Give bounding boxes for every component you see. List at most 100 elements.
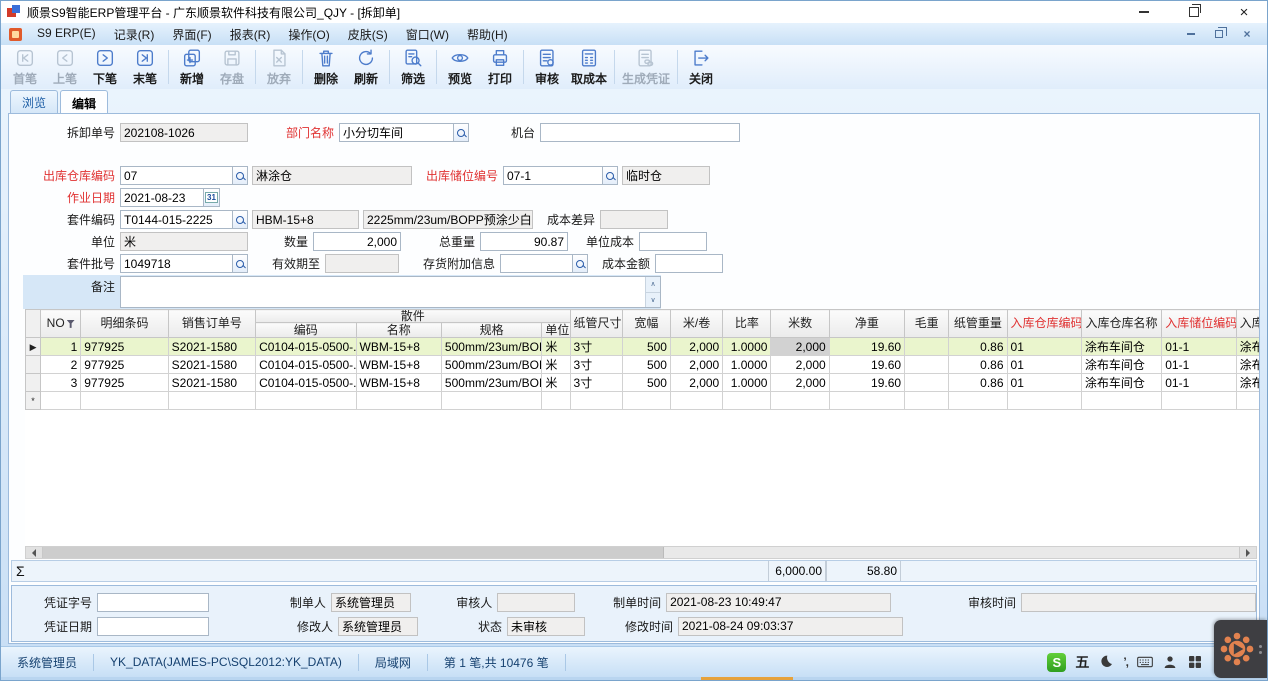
grid-cell[interactable] [905,392,949,410]
assistant-widget[interactable] [1214,620,1267,678]
grid-cell[interactable]: 涂布车间仓 [1081,356,1161,374]
grid-cell[interactable]: 2,000 [670,374,722,392]
next-record-button[interactable]: 下笔 [85,46,125,88]
last-record-button[interactable]: 末笔 [125,46,165,88]
grid-cell[interactable]: C0104-015-0500-... [256,356,356,374]
grid-cell[interactable]: 977925 [81,356,168,374]
grid-cell[interactable]: 500mm/23um/BOPP... [441,374,541,392]
grid-cell[interactable]: 19.60 [829,356,904,374]
grid-cell[interactable] [1007,392,1081,410]
col-header-5[interactable]: 规格 [441,323,541,338]
col-header-7[interactable]: 纸管尺寸 [570,310,622,338]
grid-cell[interactable]: 涂布车间仓 [1236,356,1259,374]
grid-cell[interactable]: 01-1 [1162,338,1236,356]
grid-cell[interactable] [622,392,670,410]
menu-item-3[interactable]: 报表(R) [221,23,280,46]
grid-cell[interactable]: 3寸 [570,338,622,356]
grid-cell[interactable]: 19.60 [829,338,904,356]
grid-cell[interactable]: 1 [41,338,81,356]
voucher-no-field[interactable] [97,593,209,612]
mdi-close-button[interactable]: × [1239,27,1255,41]
grid-cell[interactable] [670,392,722,410]
grid-row-2[interactable]: 3977925S2021-1580C0104-015-0500-...WBM-1… [26,374,1260,392]
grid-cell[interactable] [356,392,441,410]
grid-cell[interactable]: C0104-015-0500-... [256,374,356,392]
spin-up-icon[interactable]: ∧ [646,277,660,293]
grid-cell[interactable]: 米 [542,338,570,356]
fetch-cost-button[interactable]: 取成本 [567,46,611,88]
mdi-restore-button[interactable] [1211,27,1227,41]
col-header-18[interactable]: 入库储位名称 [1236,310,1259,338]
scroll-left-button[interactable] [26,547,43,558]
grid-cell[interactable]: 500mm/23um/BOPP... [441,356,541,374]
col-header-10[interactable]: 比率 [723,310,771,338]
col-header-15[interactable]: 入库仓库编码 [1007,310,1081,338]
grid-cell[interactable] [168,392,255,410]
unit-cost-field[interactable] [639,232,707,251]
machine-field[interactable] [540,123,740,142]
moon-icon[interactable] [1098,654,1114,670]
preview-button[interactable]: 预览 [440,46,480,88]
qty-field[interactable]: 2,000 [313,232,401,251]
grid-cell[interactable]: 3 [41,374,81,392]
menu-item-7[interactable]: 帮助(H) [458,23,517,46]
grid-cell[interactable]: 2,000 [670,356,722,374]
remark-spinner[interactable]: ∧∨ [645,277,660,307]
new-button[interactable]: 新增 [172,46,212,88]
grid-cell[interactable] [771,392,829,410]
grid-cell[interactable]: 19.60 [829,374,904,392]
grid-row-1[interactable]: 2977925S2021-1580C0104-015-0500-...WBM-1… [26,356,1260,374]
scrollbar-thumb[interactable] [43,547,664,558]
scroll-right-button[interactable] [1239,547,1256,558]
inv-extra-field[interactable] [500,254,573,273]
refresh-button[interactable]: 刷新 [346,46,386,88]
kit-batch-field[interactable]: 1049718 [120,254,233,273]
grid-cell[interactable]: 500 [622,338,670,356]
grid-cell[interactable]: 977925 [81,338,168,356]
sogou-input-icon[interactable]: S [1047,653,1066,672]
grid-cell[interactable]: 2,000 [771,338,829,356]
grid-cell[interactable]: 0.86 [949,356,1007,374]
window-close-button[interactable]: × [1227,2,1261,22]
col-header-3[interactable]: 编码 [256,323,356,338]
punctuation-mode-icon[interactable]: ’, [1123,655,1128,669]
menu-item-0[interactable]: S9 ERP(E) [28,23,105,46]
grid-cell[interactable]: 1.0000 [723,356,771,374]
grid-cell[interactable] [41,392,81,410]
total-weight-field[interactable]: 90.87 [480,232,568,251]
grid-cell[interactable] [441,392,541,410]
keyboard-icon[interactable] [1137,654,1153,670]
grid-cell[interactable]: 涂布车间仓 [1236,374,1259,392]
menu-item-5[interactable]: 皮肤(S) [339,23,397,46]
tools-grid-icon[interactable] [1187,654,1203,670]
close-button[interactable]: 关闭 [681,46,721,88]
grid-cell[interactable] [256,392,356,410]
grid-cell[interactable]: 1.0000 [723,374,771,392]
col-header-0[interactable]: NO [41,310,81,338]
inv-extra-lookup-button[interactable] [573,254,588,273]
grid-cell[interactable]: 涂布车间仓 [1081,338,1161,356]
col-header-2[interactable]: 销售订单号 [168,310,255,338]
col-header-4[interactable]: 名称 [356,323,441,338]
grid-cell[interactable]: 01 [1007,338,1081,356]
grid-cell[interactable] [542,392,570,410]
spin-down-icon[interactable]: ∨ [646,293,660,308]
grid-cell[interactable]: WBM-15+8 [356,356,441,374]
col-header-14[interactable]: 纸管重量 [949,310,1007,338]
out-wh-code-field[interactable]: 07 [120,166,233,185]
cost-amount-field[interactable] [655,254,723,273]
calendar-button[interactable] [204,188,220,207]
grid-cell[interactable]: WBM-15+8 [356,338,441,356]
work-date-field[interactable]: 2021-08-23 [120,188,204,207]
grid-cell[interactable]: 3寸 [570,356,622,374]
kit-batch-lookup-button[interactable] [233,254,248,273]
grid-cell[interactable] [949,392,1007,410]
print-button[interactable]: 打印 [480,46,520,88]
grid-cell[interactable]: 2 [41,356,81,374]
out-loc-code-field[interactable]: 07-1 [503,166,603,185]
detail-grid[interactable]: NO明细条码销售订单号散件纸管尺寸宽幅米/卷比率米数净重毛重纸管重量入库仓库编码… [25,309,1259,410]
grid-cell[interactable]: 1.0000 [723,338,771,356]
grid-new-row[interactable]: * [26,392,1260,410]
col-header-16[interactable]: 入库仓库名称 [1081,310,1161,338]
tab-edit[interactable]: 编辑 [60,90,108,114]
